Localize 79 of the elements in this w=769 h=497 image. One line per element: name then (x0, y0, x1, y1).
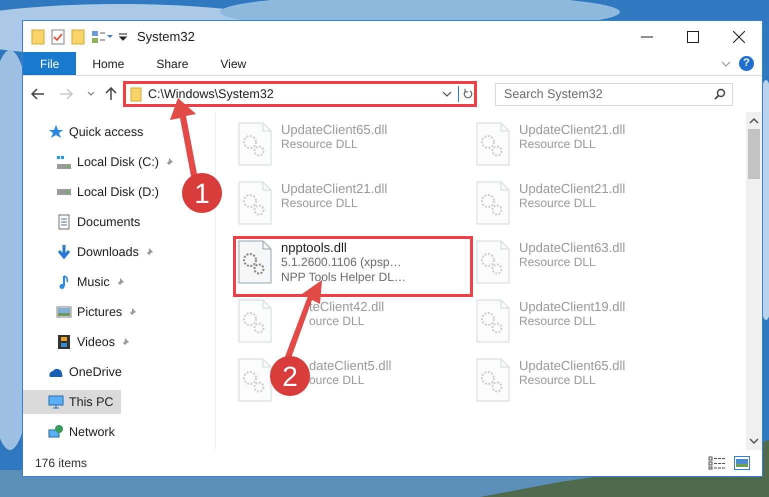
file-gears-icon (476, 358, 510, 402)
window-title: System32 (137, 28, 195, 46)
file-gears-icon (476, 181, 510, 225)
file-detail: ource DLL (309, 314, 366, 329)
file-gears-icon (238, 358, 272, 402)
file-detail: ource DLL (309, 373, 366, 388)
file-name: UpdateClient65.dll (519, 358, 626, 373)
file-detail: NPP Tools Helper DL… (281, 270, 406, 285)
nav-item[interactable]: Documents (23, 210, 148, 234)
refresh-icon[interactable] (458, 86, 474, 102)
customize-caret-icon[interactable] (119, 32, 127, 42)
file-gears-icon (476, 299, 510, 343)
document-icon (56, 214, 72, 230)
film-icon (56, 334, 72, 350)
file-name: dateClient5.dll (309, 358, 392, 373)
back-arrow-icon[interactable] (31, 88, 45, 100)
drive-icon (57, 189, 71, 195)
file-detail: Resource DLL (519, 373, 597, 388)
dropdown-caret-icon[interactable] (442, 91, 452, 97)
nav-item[interactable]: Pictures (23, 300, 146, 324)
nav-item[interactable]: Quick access (23, 120, 152, 144)
file-gears-icon (238, 122, 272, 166)
file-gears-icon (476, 122, 510, 166)
file-detail: Resource DLL (281, 196, 359, 211)
monitor-icon (48, 394, 64, 410)
file-name: UpdateClient65.dll (281, 122, 388, 137)
file-detail: Resource DLL (519, 255, 597, 270)
callout-badge: 1 (182, 173, 222, 213)
scrollbar[interactable] (746, 112, 762, 450)
file-gears-icon (238, 240, 272, 284)
nav-item[interactable]: Music (23, 270, 133, 294)
up-arrow-icon[interactable] (105, 87, 117, 101)
search-field[interactable]: Search System32 (495, 82, 733, 106)
nav-item[interactable]: This PC (23, 390, 122, 414)
file-detail: 5.1.2600.1106 (xpsp… (281, 255, 403, 270)
file-name: UpdateClient63.dll (519, 240, 626, 255)
scrollbar-thumb[interactable] (748, 129, 760, 179)
file-menu-button[interactable]: File (23, 52, 76, 75)
file-detail: Resource DLL (281, 137, 359, 152)
file-name: teClient42.dll (309, 299, 384, 314)
view-icon[interactable] (91, 30, 113, 44)
file-item[interactable]: npptools.dll 5.1.2600.1106 (xpsp… NPP Tools Helper DL… (234, 237, 472, 296)
file-name: UpdateClient21.dll (281, 181, 388, 196)
expand-ribbon-caret-icon[interactable] (721, 60, 731, 66)
recent-caret-icon[interactable] (87, 91, 95, 97)
nav-item[interactable]: Local Disk (C:) (23, 150, 182, 174)
file-detail: Resource DLL (519, 196, 597, 211)
nav-item[interactable]: OneDrive (23, 360, 130, 384)
nav-item[interactable]: Downloads (23, 240, 162, 264)
ribbon-tab[interactable]: Home (76, 52, 140, 75)
picture-icon (56, 304, 72, 320)
search-icon[interactable] (714, 88, 726, 100)
nav-item[interactable]: Network (23, 420, 123, 444)
file-name: UpdateClient21.dll (519, 122, 626, 137)
nav-item[interactable]: Local Disk (D:) (23, 180, 167, 204)
folder-icon (130, 86, 142, 102)
large-icons-view-icon[interactable] (734, 456, 750, 470)
download-arrow-icon (58, 245, 70, 259)
file-name: UpdateClient21.dll (519, 181, 626, 196)
callout-badge: 2 (270, 356, 310, 396)
file-name: npptools.dll (281, 240, 348, 255)
address-bar[interactable]: C:\Windows\System32 (123, 81, 477, 107)
music-note-icon (59, 275, 69, 289)
ribbon-tab[interactable]: Share (140, 52, 204, 75)
network-icon (48, 424, 64, 440)
file-gears-icon (476, 240, 510, 284)
file-detail: Resource DLL (519, 314, 597, 329)
help-button[interactable]: ? (739, 56, 754, 71)
ribbon-tab[interactable]: View (204, 52, 262, 75)
file-name: UpdateClient19.dll (519, 299, 626, 314)
file-gears-icon (238, 299, 272, 343)
nav-item[interactable]: Videos (23, 330, 138, 354)
file-detail: Resource DLL (519, 137, 597, 152)
drive-icon (57, 156, 71, 168)
properties-icon[interactable] (51, 28, 65, 44)
star-icon (48, 124, 64, 140)
item-count: 176 items (35, 455, 88, 472)
file-gears-icon (238, 181, 272, 225)
details-view-icon[interactable] (708, 456, 726, 470)
